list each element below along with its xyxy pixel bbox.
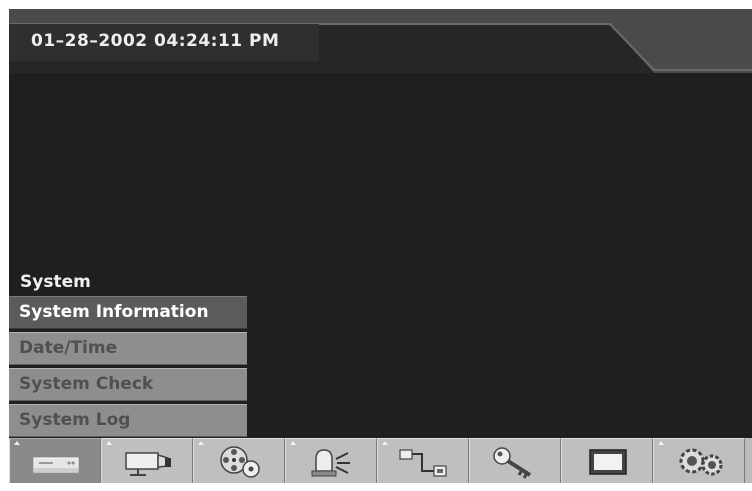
- toolbar-button-dvr[interactable]: [9, 438, 101, 483]
- toolbar-button-security[interactable]: [469, 438, 561, 483]
- menu-item-system-information[interactable]: System Information: [9, 296, 247, 329]
- key-icon: [493, 447, 532, 479]
- toolbar-button-display[interactable]: [561, 438, 653, 483]
- menu-item-system-log[interactable]: System Log: [9, 404, 247, 437]
- camera-icon: [125, 452, 171, 476]
- dvr-recorder-icon: [33, 457, 79, 473]
- header-bar: 01–28–2002 04:24:11 PM: [9, 9, 752, 73]
- system-menu: System Information Date/Time System Chec…: [9, 296, 247, 440]
- menu-title: System: [20, 272, 91, 292]
- toolbar-button-recording[interactable]: [193, 438, 285, 483]
- gears-icon: [679, 448, 723, 476]
- toolbar-button-settings[interactable]: [653, 438, 745, 483]
- datetime-display: 01–28–2002 04:24:11 PM: [31, 31, 280, 51]
- menu-item-date-time[interactable]: Date/Time: [9, 332, 247, 365]
- network-connection-icon: [399, 449, 447, 477]
- toolbar-button-alarm[interactable]: [285, 438, 377, 483]
- menu-item-system-check[interactable]: System Check: [9, 368, 247, 401]
- dvr-screen: 01–28–2002 04:24:11 PM System System Inf…: [9, 9, 752, 483]
- toolbar-button-network[interactable]: [377, 438, 469, 483]
- film-reel-icon: [220, 446, 260, 478]
- alarm-light-icon: [311, 449, 350, 477]
- toolbar: [9, 438, 752, 483]
- toolbar-button-camera[interactable]: [101, 438, 193, 483]
- monitor-icon: [589, 449, 627, 475]
